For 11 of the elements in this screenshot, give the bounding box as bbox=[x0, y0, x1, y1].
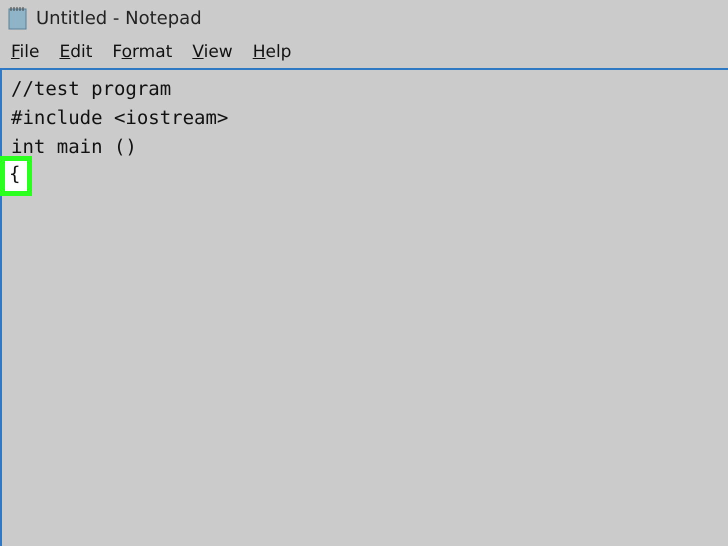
code-line: int main () bbox=[10, 136, 138, 158]
text-area[interactable]: //test program #include <iostream> int main () { bbox=[0, 68, 728, 546]
menu-item[interactable]: View bbox=[192, 42, 233, 62]
menu-item[interactable]: Format bbox=[112, 42, 172, 62]
code-line: //test program bbox=[10, 78, 172, 100]
notepad-icon bbox=[8, 6, 28, 30]
menu-item[interactable]: Edit bbox=[59, 42, 92, 62]
menu-item[interactable]: Help bbox=[252, 42, 292, 62]
code-line: #include <iostream> bbox=[10, 106, 230, 128]
window-title: Untitled - Notepad bbox=[36, 8, 202, 28]
menu-item[interactable]: File bbox=[11, 42, 40, 62]
